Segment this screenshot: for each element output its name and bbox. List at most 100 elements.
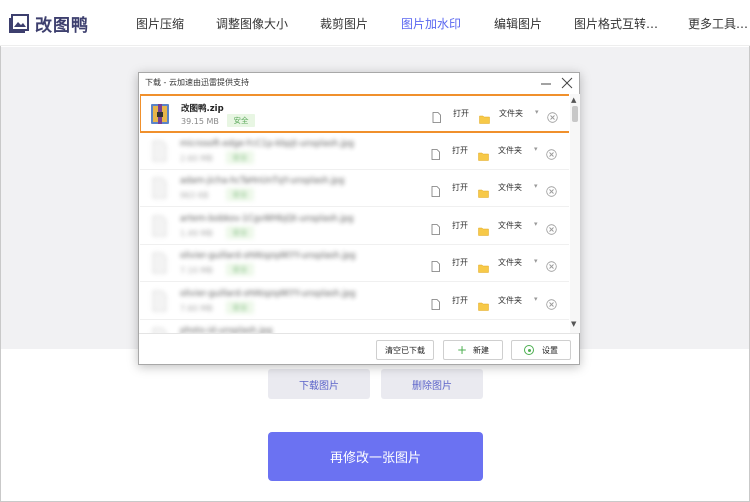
scrollbar[interactable]: ▲ ▼ [570,94,580,333]
new-download-button[interactable]: + 新建 [443,340,503,360]
clear-downloaded-button[interactable]: 清空已下载 [376,340,434,360]
file-name: olivier-guillard-sHAtqzq4KYY-unsplash.jp… [180,251,356,261]
file-size: 963 KB [180,191,209,200]
download-row[interactable]: olivier-guillard-sHAtqzq4KYY-unsplash.jp… [140,283,569,320]
file-name: artem-bobkov-1CgvWHbjQt-unsplash.jpg [180,213,354,224]
dialog-title: 下载 - 云加速由迅雷提供支持 [145,78,249,87]
delete-image-button[interactable]: 删除图片 [381,369,483,399]
chevron-down-icon[interactable]: ▾ [534,220,538,228]
safe-badge: 安全 [226,150,254,164]
chevron-down-icon[interactable]: ▾ [534,182,538,190]
file-icon [148,214,170,238]
scroll-up-icon[interactable]: ▲ [571,96,576,104]
remove-icon[interactable] [547,108,558,123]
show-in-folder-button[interactable]: 文件夹 [498,145,522,156]
chevron-down-icon[interactable]: ▾ [534,257,538,265]
folder-icon[interactable] [478,296,489,311]
show-in-folder-button[interactable]: 文件夹 [498,182,522,193]
file-name: olivier-guillard-sHAtqzq4KYY-unsplash.jp… [180,288,356,299]
show-in-folder-button[interactable]: 文件夹 [498,295,522,306]
download-image-button[interactable]: 下载图片 [268,369,370,399]
open-button[interactable]: 打开 [452,295,468,306]
file-size: 7.60 MB [180,303,213,313]
nav-item-convert[interactable]: 图片格式互转… [574,15,658,32]
file-name: 改图鸭.zip [181,104,224,114]
nav-item-compress[interactable]: 图片压缩 [136,15,184,32]
download-row[interactable]: 改图鸭.zip 39.15 MB 安全 打开 文件夹 ▾ [140,94,569,133]
folder-icon[interactable] [478,258,489,273]
document-icon[interactable] [431,145,440,160]
logo-text: 改图鸭 [35,15,89,36]
file-icon [148,251,170,275]
new-download-label: 新建 [473,345,490,355]
open-button[interactable]: 打开 [452,145,468,156]
settings-button[interactable]: 设置 [511,340,571,360]
document-icon[interactable] [431,220,440,235]
show-in-folder-button[interactable]: 文件夹 [498,220,522,231]
remove-icon[interactable] [546,220,557,235]
plus-icon: + [456,343,468,357]
document-icon[interactable] [431,182,440,197]
chevron-down-icon[interactable]: ▾ [534,145,538,153]
nav-item-more-tools[interactable]: 更多工具… [688,15,748,32]
top-nav: 改图鸭 图片压缩 调整图像大小 裁剪图片 图片加水印 编辑图片 图片格式互转… … [0,0,750,46]
download-row[interactable]: photo-id-unsplash.jpg [140,320,569,333]
open-button[interactable]: 打开 [453,108,469,119]
download-row[interactable]: microsoft-edge-YcC1p-kbpjt-unsplash.jpg 2… [140,133,569,170]
nav-item-watermark[interactable]: 图片加水印 [401,15,461,32]
show-in-folder-button[interactable]: 文件夹 [499,108,523,119]
open-button[interactable]: 打开 [452,220,468,231]
safe-badge: 安全 [226,188,254,201]
file-name: adam-jicha-hcTaHnUnTqY-unsplash.jpg [180,176,345,186]
remove-icon[interactable] [546,295,557,310]
gear-icon [524,345,534,355]
zip-archive-icon [149,102,171,126]
nav-item-crop[interactable]: 裁剪图片 [320,15,368,32]
document-icon[interactable] [432,108,441,123]
settings-label: 设置 [542,345,558,355]
scroll-down-icon[interactable]: ▼ [571,320,576,328]
file-icon [148,326,170,333]
file-name: photo-id-unsplash.jpg [180,326,273,333]
folder-icon[interactable] [478,183,489,198]
file-icon [148,176,170,200]
scroll-thumb[interactable] [572,106,578,122]
show-in-folder-button[interactable]: 文件夹 [498,257,522,268]
row-info: microsoft-edge-YcC1p-kbpjt-unsplash.jpg 2… [140,133,430,170]
row-info: photo-id-unsplash.jpg [140,320,430,333]
clear-downloaded-label: 清空已下载 [385,345,425,355]
row-info: 改图鸭.zip 39.15 MB 安全 [141,96,431,133]
row-info: olivier-guillard-sHAtqzq4KYY-unsplash.jp… [140,245,430,282]
nav-item-resize[interactable]: 调整图像大小 [216,15,288,32]
file-size: 39.15 MB [181,117,219,126]
folder-icon[interactable] [479,109,490,124]
remove-icon[interactable] [546,182,557,197]
file-size: 2.60 MB [180,153,213,163]
download-row[interactable]: artem-bobkov-1CgvWHbjQt-unsplash.jpg 1.49… [140,208,569,245]
download-row[interactable]: olivier-guillard-sHAtqzq4KYY-unsplash.jp… [140,245,569,282]
close-icon[interactable] [560,76,574,90]
chevron-down-icon[interactable]: ▾ [534,295,538,303]
chevron-down-icon[interactable]: ▾ [535,108,539,116]
row-info: adam-jicha-hcTaHnUnTqY-unsplash.jpg 963 K… [140,170,430,207]
open-button[interactable]: 打开 [452,182,468,193]
row-info: artem-bobkov-1CgvWHbjQt-unsplash.jpg 1.49… [140,208,430,245]
document-icon[interactable] [431,295,440,310]
logo[interactable]: 改图鸭 [8,12,89,36]
remove-icon[interactable] [546,145,557,160]
redo-image-button[interactable]: 再修改一张图片 [268,432,483,481]
nav-item-edit[interactable]: 编辑图片 [494,15,542,32]
safe-badge: 安全 [226,300,254,314]
file-name: microsoft-edge-YcC1p-kbpjt-unsplash.jpg [180,138,354,149]
file-icon [148,139,170,163]
footer-divider [139,333,579,334]
minimize-icon[interactable] [539,77,553,89]
remove-icon[interactable] [546,257,557,272]
open-button[interactable]: 打开 [452,257,468,268]
folder-icon[interactable] [478,146,489,161]
download-row[interactable]: adam-jicha-hcTaHnUnTqY-unsplash.jpg 963 K… [140,170,569,207]
document-icon[interactable] [431,257,440,272]
folder-icon[interactable] [478,221,489,236]
file-size: 1.49 MB [180,228,213,238]
download-dialog: 下载 - 云加速由迅雷提供支持 改图鸭.zip 39.15 MB 安全 打开 文件夹 ▾ m… [138,72,580,365]
